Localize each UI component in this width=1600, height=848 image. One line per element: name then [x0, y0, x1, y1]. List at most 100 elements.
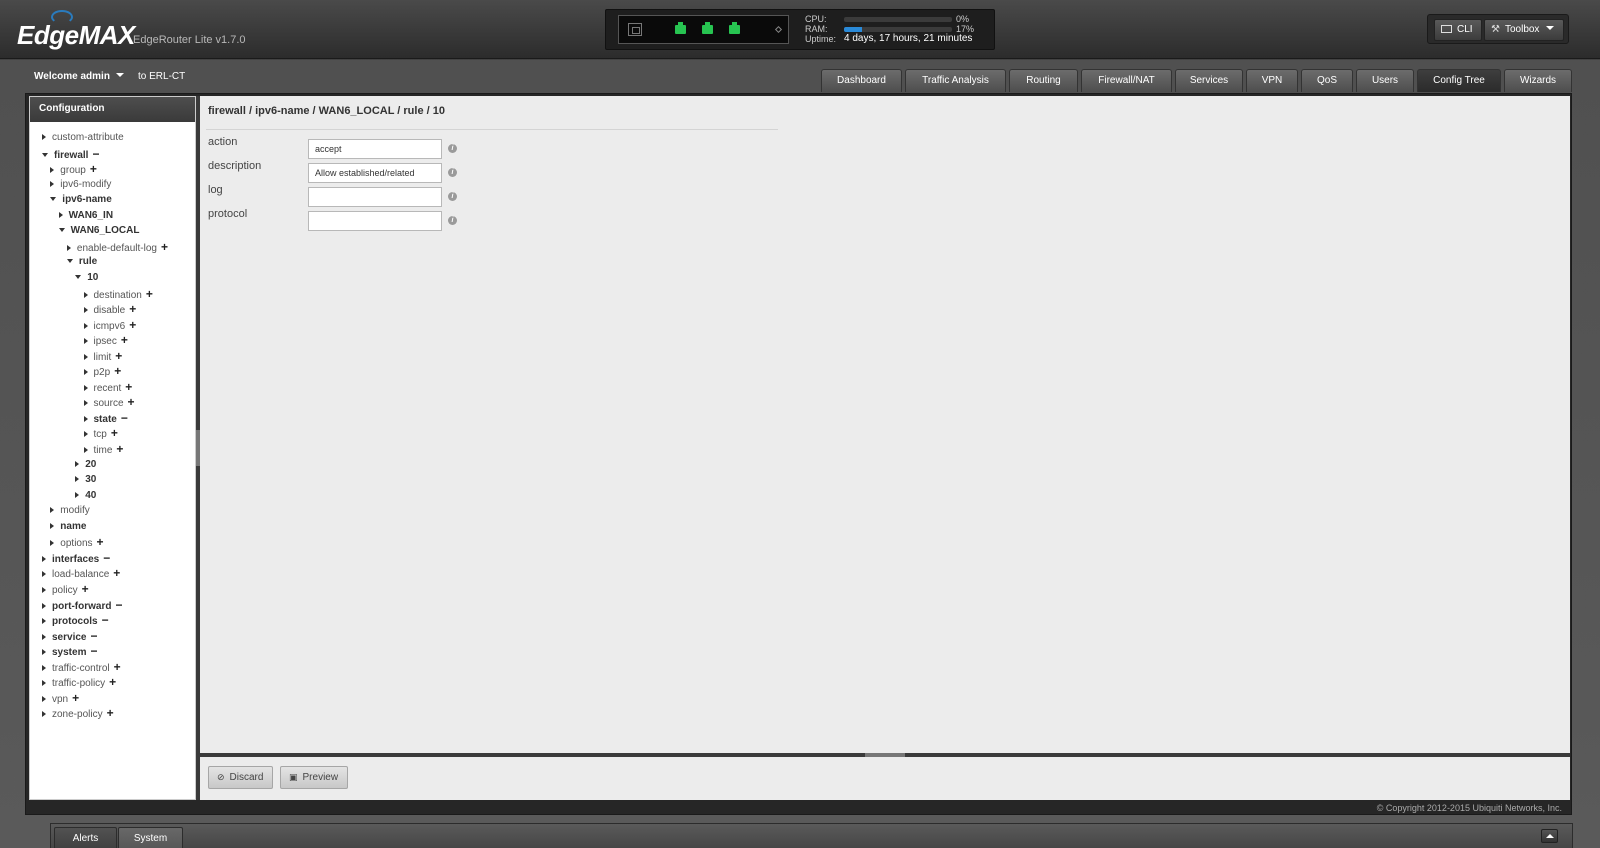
tree-node-port-forward[interactable]: port-forward −	[42, 598, 122, 612]
caret-right-icon[interactable]	[83, 369, 88, 376]
tab-traffic-analysis[interactable]: Traffic Analysis	[905, 69, 1006, 92]
tree-node-limit[interactable]: limit +	[83, 349, 122, 363]
add-icon[interactable]: +	[116, 442, 123, 456]
add-icon[interactable]: +	[146, 287, 153, 301]
tree-node-recent[interactable]: recent +	[83, 380, 132, 394]
cli-button[interactable]: CLI	[1434, 19, 1482, 41]
tree-node-tcp[interactable]: tcp +	[83, 426, 118, 440]
tree-node-state[interactable]: state −	[83, 411, 128, 425]
tree-node-policy[interactable]: policy +	[42, 582, 89, 596]
tab-wizards[interactable]: Wizards	[1504, 69, 1572, 92]
tab-alerts[interactable]: Alerts	[54, 827, 117, 848]
caret-right-icon[interactable]	[50, 507, 55, 514]
protocol-field[interactable]	[308, 211, 442, 231]
add-icon[interactable]: +	[129, 318, 136, 332]
add-icon[interactable]: +	[111, 426, 118, 440]
tree-node-wan6-in[interactable]: WAN6_IN	[58, 209, 113, 223]
tree-node-firewall[interactable]: firewall −	[42, 147, 99, 161]
caret-down-icon[interactable]	[50, 197, 57, 202]
tree-node-traffic-control[interactable]: traffic-control +	[42, 660, 121, 674]
tree-node-wan6-local[interactable]: WAN6_LOCAL	[58, 224, 140, 238]
remove-icon[interactable]: −	[90, 644, 97, 658]
action-field[interactable]	[308, 139, 442, 159]
add-icon[interactable]: +	[115, 349, 122, 363]
info-icon[interactable]: i	[448, 192, 457, 201]
caret-right-icon[interactable]	[83, 353, 88, 360]
info-icon[interactable]: i	[448, 168, 457, 177]
tree-node-time[interactable]: time +	[83, 442, 123, 456]
tree-node-custom-attribute[interactable]: custom-attribute	[42, 131, 124, 145]
tab-config-tree[interactable]: Config Tree	[1417, 69, 1501, 92]
tree-node-system[interactable]: system −	[42, 644, 97, 658]
caret-right-icon[interactable]	[83, 322, 88, 329]
caret-right-icon[interactable]	[42, 680, 46, 687]
caret-right-icon[interactable]	[83, 447, 88, 453]
info-icon[interactable]: i	[448, 216, 457, 225]
user-menu[interactable]: Welcome admin	[34, 71, 124, 82]
tab-vpn[interactable]: VPN	[1246, 69, 1298, 92]
tree-node-traffic-policy[interactable]: traffic-policy +	[42, 675, 116, 689]
caret-right-icon[interactable]	[83, 338, 88, 345]
chevron-up-icon[interactable]	[1541, 829, 1558, 843]
caret-down-icon[interactable]	[75, 274, 82, 279]
log-field[interactable]	[308, 187, 442, 207]
caret-right-icon[interactable]	[50, 540, 55, 547]
tab-qos[interactable]: QoS	[1301, 69, 1353, 92]
caret-right-icon[interactable]	[83, 307, 88, 314]
caret-right-icon[interactable]	[42, 586, 46, 593]
tree-node-protocols[interactable]: protocols −	[42, 613, 109, 627]
tree-node-service[interactable]: service −	[42, 629, 98, 643]
add-icon[interactable]: +	[125, 380, 132, 394]
tree-node-ipv6-modify[interactable]: ipv6-modify	[50, 178, 111, 192]
discard-button[interactable]: ⊘ Discard	[208, 766, 274, 789]
caret-right-icon[interactable]	[58, 211, 63, 218]
tree-node-name[interactable]: name	[50, 520, 86, 534]
add-icon[interactable]: +	[82, 582, 89, 596]
tree-node-modify[interactable]: modify	[50, 504, 90, 518]
tree-node-p2p[interactable]: p2p +	[83, 364, 121, 378]
tree-node-options[interactable]: options +	[50, 535, 104, 549]
tab-dashboard[interactable]: Dashboard	[821, 69, 902, 92]
add-icon[interactable]: +	[128, 395, 135, 409]
caret-right-icon[interactable]	[42, 555, 46, 562]
tab-services[interactable]: Services	[1175, 69, 1243, 92]
info-icon[interactable]: i	[448, 144, 457, 153]
tree-node-icmpv6[interactable]: icmpv6 +	[83, 318, 136, 332]
caret-right-icon[interactable]	[75, 491, 80, 498]
tree-node-zone-policy[interactable]: zone-policy +	[42, 706, 114, 720]
tree-node-destination[interactable]: destination +	[83, 287, 153, 301]
caret-down-icon[interactable]	[42, 152, 48, 157]
caret-right-icon[interactable]	[83, 415, 88, 422]
caret-right-icon[interactable]	[50, 167, 55, 174]
caret-right-icon[interactable]	[42, 664, 46, 671]
caret-right-icon[interactable]	[42, 695, 46, 702]
remove-icon[interactable]: −	[90, 629, 97, 643]
caret-down-icon[interactable]	[58, 228, 65, 233]
tree-node-10[interactable]: 10	[75, 271, 98, 285]
tree-node-load-balance[interactable]: load-balance +	[42, 566, 120, 580]
remove-icon[interactable]: −	[102, 613, 109, 627]
caret-right-icon[interactable]	[42, 633, 46, 640]
caret-right-icon[interactable]	[83, 291, 88, 298]
caret-right-icon[interactable]	[83, 400, 88, 407]
tab-users[interactable]: Users	[1356, 69, 1414, 92]
tab-routing[interactable]: Routing	[1009, 69, 1078, 92]
caret-right-icon[interactable]	[66, 244, 71, 251]
caret-right-icon[interactable]	[50, 180, 55, 187]
remove-icon[interactable]: −	[103, 551, 110, 565]
remove-icon[interactable]: −	[92, 147, 99, 161]
tree-node-source[interactable]: source +	[83, 395, 135, 409]
tree-node-rule[interactable]: rule	[66, 255, 97, 269]
tree-node-disable[interactable]: disable +	[83, 302, 136, 316]
caret-right-icon[interactable]	[75, 476, 80, 483]
add-icon[interactable]: +	[113, 566, 120, 580]
tab-firewall-nat[interactable]: Firewall/NAT	[1081, 69, 1172, 92]
toolbox-button[interactable]: ⚒ Toolbox	[1484, 19, 1564, 41]
add-icon[interactable]: +	[114, 364, 121, 378]
tree-node-group[interactable]: group +	[50, 162, 97, 176]
tree-node-enable-default-log[interactable]: enable-default-log +	[66, 240, 168, 254]
tab-system[interactable]: System	[118, 827, 183, 848]
caret-right-icon[interactable]	[42, 649, 46, 656]
tree-node-vpn[interactable]: vpn +	[42, 691, 79, 705]
caret-right-icon[interactable]	[83, 431, 88, 438]
